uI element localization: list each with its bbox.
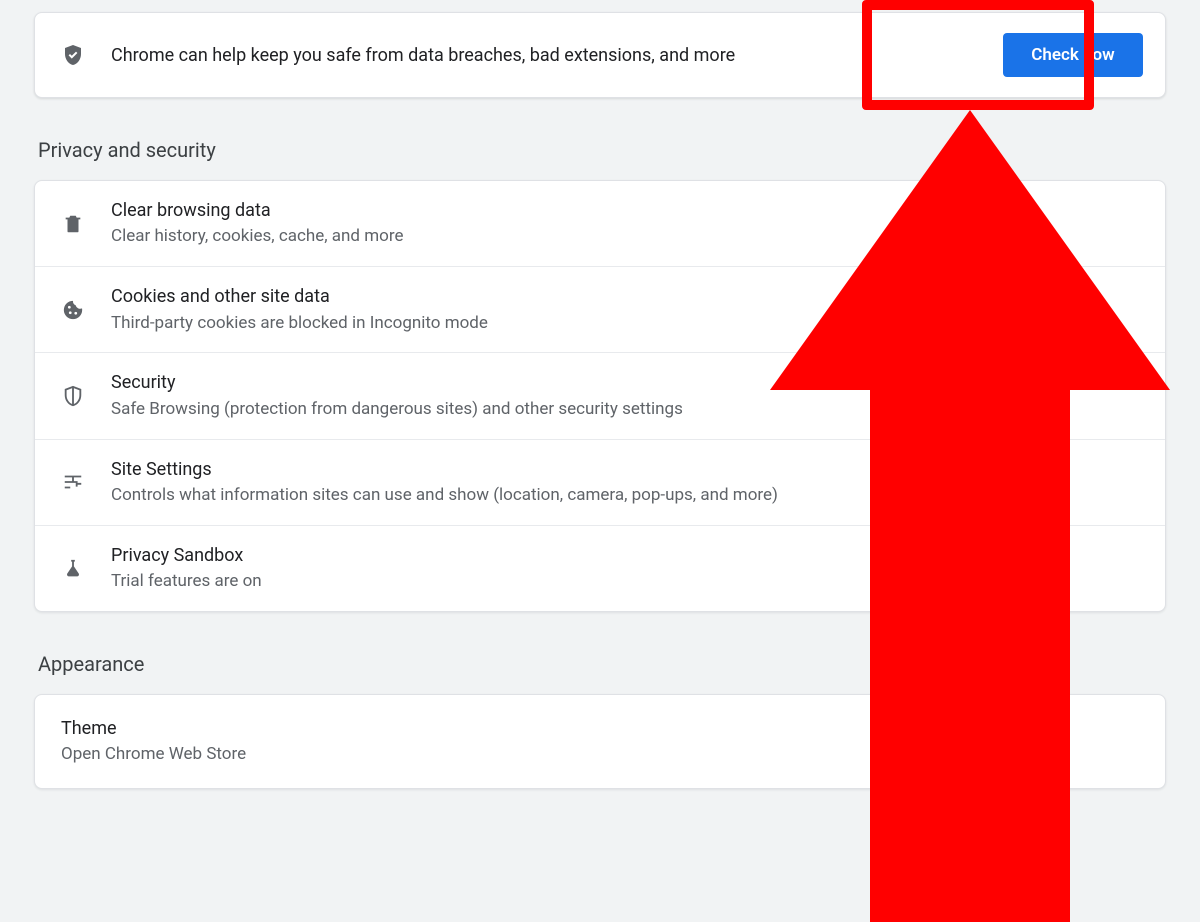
row-subtitle: Trial features are on xyxy=(111,570,262,593)
row-title: Theme xyxy=(61,717,246,741)
tune-icon xyxy=(61,471,85,493)
safety-check-text: Chrome can help keep you safe from data … xyxy=(111,45,1003,66)
flask-icon xyxy=(61,558,85,580)
row-title: Cookies and other site data xyxy=(111,285,488,309)
row-title: Site Settings xyxy=(111,458,778,482)
row-title: Clear browsing data xyxy=(111,199,403,223)
site-settings-row[interactable]: Site Settings Controls what information … xyxy=(35,439,1165,525)
cookies-row[interactable]: Cookies and other site data Third-party … xyxy=(35,266,1165,352)
check-now-button[interactable]: Check now xyxy=(1003,33,1143,77)
security-shield-icon xyxy=(61,385,85,407)
row-subtitle: Clear history, cookies, cache, and more xyxy=(111,225,403,248)
security-row[interactable]: Security Safe Browsing (protection from … xyxy=(35,352,1165,438)
clear-browsing-data-row[interactable]: Clear browsing data Clear history, cooki… xyxy=(35,181,1165,266)
privacy-list: Clear browsing data Clear history, cooki… xyxy=(34,180,1166,612)
privacy-section-heading: Privacy and security xyxy=(38,138,1166,162)
trash-icon xyxy=(61,213,85,235)
row-subtitle: Third-party cookies are blocked in Incog… xyxy=(111,312,488,335)
shield-check-icon xyxy=(61,43,85,67)
cookie-icon xyxy=(61,299,85,321)
theme-row[interactable]: Theme Open Chrome Web Store xyxy=(35,695,1165,788)
safety-check-card: Chrome can help keep you safe from data … xyxy=(34,12,1166,98)
row-title: Security xyxy=(111,371,683,395)
settings-page: Chrome can help keep you safe from data … xyxy=(0,0,1200,922)
row-subtitle: Controls what information sites can use … xyxy=(111,484,778,507)
row-subtitle: Safe Browsing (protection from dangerous… xyxy=(111,398,683,421)
row-subtitle: Open Chrome Web Store xyxy=(61,743,246,766)
privacy-sandbox-row[interactable]: Privacy Sandbox Trial features are on xyxy=(35,525,1165,611)
appearance-section-heading: Appearance xyxy=(38,652,1166,676)
row-title: Privacy Sandbox xyxy=(111,544,262,568)
appearance-list: Theme Open Chrome Web Store xyxy=(34,694,1166,789)
